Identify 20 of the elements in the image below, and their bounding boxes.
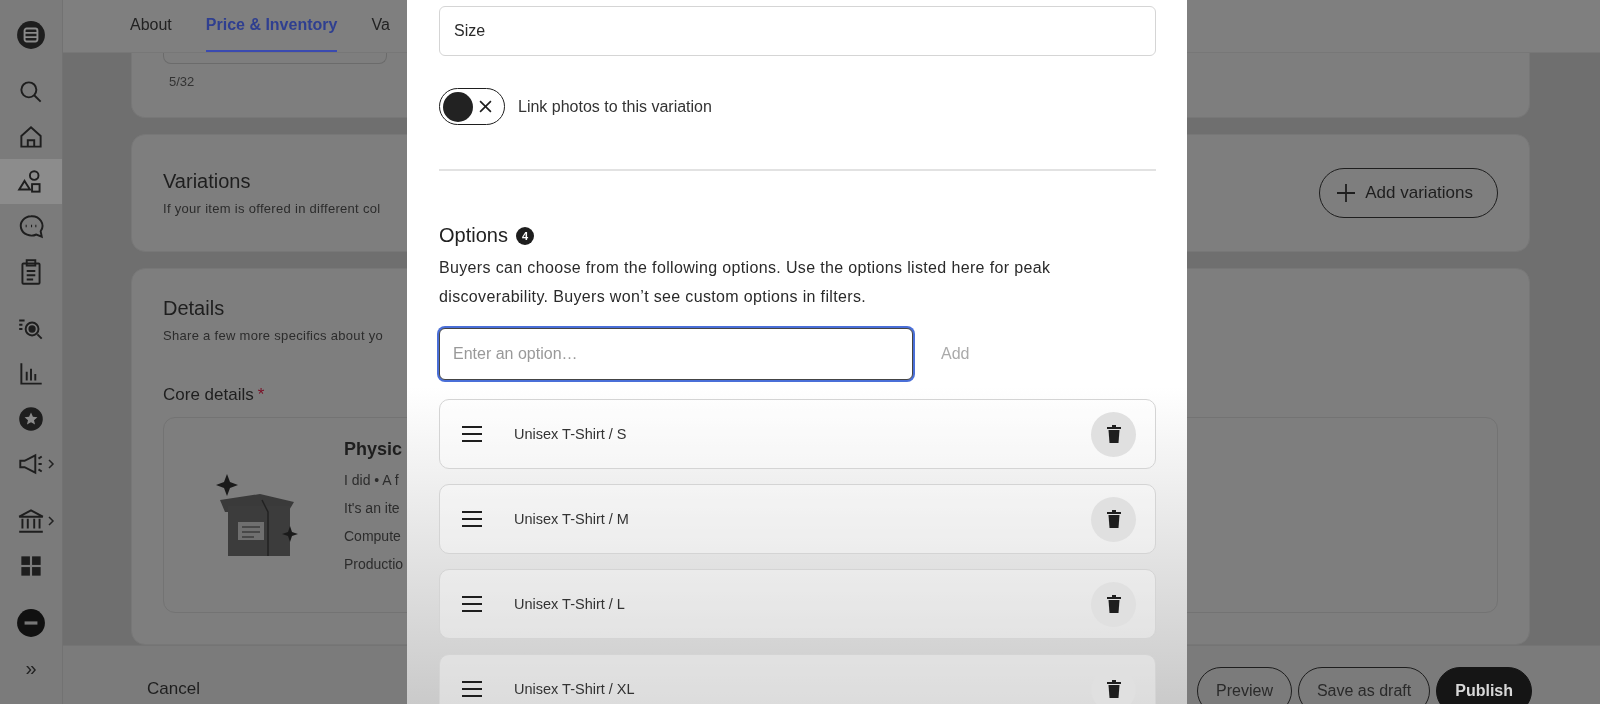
subsection-title: Core details (163, 385, 254, 406)
option-label: Unisex T-Shirt / M (514, 511, 630, 527)
option-label: Unisex T-Shirt / S (514, 426, 628, 442)
count-badge: 4 (515, 226, 534, 245)
item-type-detail: Productio (344, 555, 404, 572)
option-label: Unisex T-Shirt / XL (514, 681, 636, 697)
section-title: Variations (163, 169, 251, 193)
section-title: Details (163, 297, 225, 321)
options-description: Buyers can choose from the following options. Use the options listed here for peak discoverability. Buyers won’t see custom options in filters. (439, 258, 1052, 307)
toggle-label: Link photos to this variation (518, 97, 712, 116)
item-type-detail: Compute (344, 527, 402, 544)
character-counter: 5/32 (169, 74, 196, 89)
item-type-detail: It's an ite (344, 499, 401, 516)
section-description: If your item is offered in different col (163, 200, 381, 216)
options-title: Options (439, 224, 508, 247)
section-description: Share a few more specifics about yo (163, 328, 384, 344)
item-type-title: Physic (344, 438, 404, 460)
item-type-detail: I did • A f (344, 471, 400, 488)
option-label: Unisex T-Shirt / L (514, 596, 626, 612)
required-mark: * (257, 385, 265, 406)
